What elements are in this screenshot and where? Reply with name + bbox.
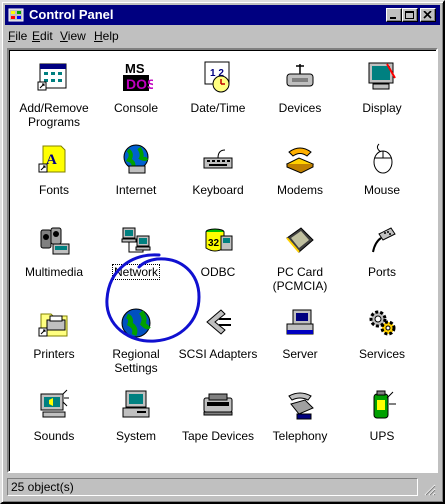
display-item[interactable]: Display [341, 60, 423, 117]
pc-card-icon [286, 227, 314, 253]
menu-file[interactable]: File [8, 29, 27, 44]
system-icon [122, 390, 150, 418]
regional-settings-item[interactable]: Regional Settings [95, 306, 177, 377]
item-label: Modems [276, 183, 323, 197]
display-icon [368, 62, 396, 90]
modems-item[interactable]: Modems [259, 142, 341, 199]
devices-icon [286, 64, 314, 87]
odbc-icon: 32 [205, 228, 233, 252]
server-icon [286, 309, 314, 335]
item-label: Server [282, 347, 318, 361]
svg-text:MS: MS [125, 61, 145, 76]
ports-item[interactable]: Ports [341, 224, 423, 281]
telephony-item[interactable]: Telephony [259, 388, 341, 445]
menu-help[interactable]: Help [94, 29, 119, 44]
close-button[interactable] [420, 8, 436, 22]
item-label: PC Card (PCMCIA) [272, 265, 328, 293]
scsi-adapters-icon [206, 309, 231, 335]
multimedia-item[interactable]: Multimedia [13, 224, 95, 281]
item-label: Sounds [33, 429, 75, 443]
svg-text:DOS: DOS [126, 76, 153, 92]
item-label: Display [362, 101, 402, 115]
item-label: Console [113, 101, 159, 115]
item-label: Services [358, 347, 405, 361]
pc-card-item[interactable]: PC Card (PCMCIA) [259, 224, 341, 295]
sounds-item[interactable]: Sounds [13, 388, 95, 445]
keyboard-icon [203, 149, 233, 169]
control-panel-window: Control Panel File Edit View Help Add/Re… [0, 0, 445, 504]
printers-item[interactable]: Printers [13, 306, 95, 363]
svg-text:A: A [46, 152, 57, 168]
item-label: Printers [33, 347, 75, 361]
menu-bar: File Edit View Help [5, 27, 440, 46]
minimize-icon [390, 17, 396, 19]
fonts-icon: A [38, 145, 66, 173]
internet-item[interactable]: Internet [95, 142, 177, 199]
item-label: Add/Remove Programs [19, 101, 89, 129]
item-label: Ports [367, 265, 396, 279]
odbc-item[interactable]: 32 ODBC [177, 224, 259, 281]
control-panel-icon [8, 8, 24, 22]
devices-item[interactable]: Devices [259, 60, 341, 117]
object-count: 25 object(s) [7, 478, 418, 496]
menu-view[interactable]: View [60, 29, 86, 44]
item-label: System [115, 429, 156, 443]
title-bar[interactable]: Control Panel [5, 5, 440, 25]
sounds-icon [40, 389, 69, 418]
services-icon [369, 310, 396, 336]
tape-devices-item[interactable]: Tape Devices [177, 388, 259, 445]
network-icon [121, 227, 151, 253]
item-label: Multimedia [24, 265, 84, 279]
item-label: Regional Settings [112, 347, 160, 375]
minimize-button[interactable] [386, 8, 402, 22]
date-time-item[interactable]: 1 2 Date/Time [177, 60, 259, 117]
menu-edit[interactable]: Edit [32, 29, 53, 44]
window-title: Control Panel [29, 7, 114, 22]
tape-devices-icon [203, 393, 233, 416]
system-item[interactable]: System [95, 388, 177, 445]
date-time-icon: 1 2 [204, 61, 230, 93]
item-label: UPS [369, 429, 395, 443]
close-icon [423, 11, 432, 19]
printers-icon [38, 313, 68, 337]
item-label: Fonts [38, 183, 69, 197]
multimedia-icon [40, 227, 70, 255]
status-bar: 25 object(s) [7, 477, 438, 498]
modems-icon [285, 147, 315, 174]
mouse-item[interactable]: Mouse [341, 142, 423, 199]
add-remove-programs-icon [37, 63, 67, 91]
item-label: Devices [278, 101, 322, 115]
resize-grip-icon[interactable] [422, 482, 436, 496]
item-label: Mouse [363, 183, 401, 197]
maximize-icon [405, 11, 414, 19]
item-label: Internet [115, 183, 157, 197]
item-label: Telephony [272, 429, 328, 443]
network-item[interactable]: Network [95, 224, 177, 281]
internet-icon [123, 144, 149, 174]
telephony-icon [288, 392, 314, 420]
scsi-adapters-item[interactable]: SCSI Adapters [177, 306, 259, 363]
icon-view: Add/RemovePrograms MS DOS Console 1 2 Da… [7, 48, 438, 473]
item-label: Network [111, 264, 161, 280]
services-item[interactable]: Services [341, 306, 423, 363]
console-icon: MS DOS [123, 61, 153, 92]
item-label: Date/Time [190, 101, 246, 115]
server-item[interactable]: Server [259, 306, 341, 363]
ports-icon [372, 227, 396, 253]
console-item[interactable]: MS DOS Console [95, 60, 177, 117]
maximize-button[interactable] [402, 8, 418, 22]
add-remove-programs-item[interactable]: Add/Remove Programs [13, 60, 95, 131]
item-label: SCSI Adapters [178, 347, 258, 361]
regional-settings-icon [121, 308, 151, 338]
item-label: ODBC [200, 265, 236, 279]
fonts-item[interactable]: A Fonts [13, 142, 95, 199]
item-label: Keyboard [192, 183, 244, 197]
item-label: Tape Devices [181, 429, 255, 443]
ups-item[interactable]: UPS [341, 388, 423, 445]
svg-text:32: 32 [208, 238, 220, 249]
keyboard-item[interactable]: Keyboard [177, 142, 259, 199]
ups-icon [373, 390, 396, 419]
mouse-icon [373, 143, 393, 174]
